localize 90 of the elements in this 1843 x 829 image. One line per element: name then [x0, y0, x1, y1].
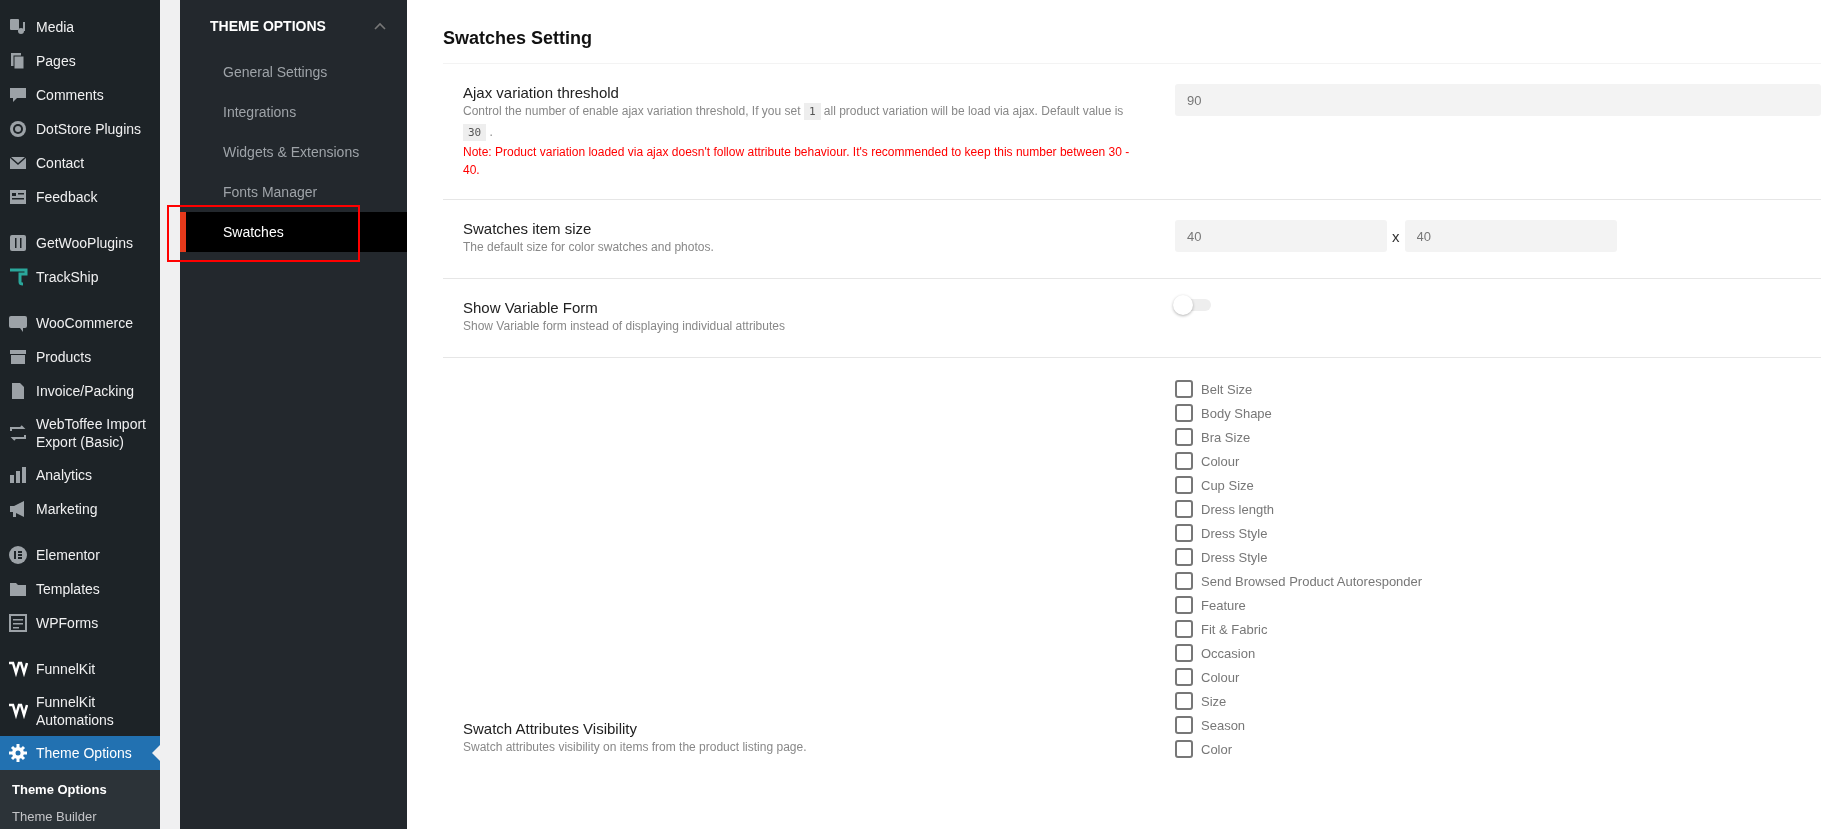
- admin-menu-item[interactable]: Media: [0, 10, 160, 44]
- admin-menu-item[interactable]: Marketing: [0, 492, 160, 526]
- checkbox-label: Send Browsed Product Autoresponder: [1201, 573, 1423, 589]
- checkbox[interactable]: [1175, 572, 1193, 590]
- setting-description: Show Variable form instead of displaying individual attributes: [463, 318, 786, 335]
- options-nav-item[interactable]: Fonts Manager: [180, 172, 407, 212]
- admin-menu-item[interactable]: Pages: [0, 44, 160, 78]
- checkbox[interactable]: [1175, 692, 1193, 710]
- checkbox[interactable]: [1175, 668, 1193, 686]
- submenu-item[interactable]: Theme Options: [0, 776, 160, 803]
- options-nav-item[interactable]: Widgets & Extensions: [180, 132, 407, 172]
- form-icon: [8, 187, 28, 207]
- settings-icon: [8, 743, 28, 763]
- admin-menu-item[interactable]: Comments: [0, 78, 160, 112]
- checkbox-label: Feature: [1201, 597, 1246, 613]
- setting-description: The default size for color swatches and photos.: [463, 239, 715, 256]
- checkbox[interactable]: [1175, 644, 1193, 662]
- sliders-icon: [8, 233, 28, 253]
- admin-menu-item[interactable]: Templates: [0, 572, 160, 606]
- swap-arrows-icon: [8, 423, 28, 443]
- checkbox-label: Dress Style: [1201, 525, 1268, 541]
- admin-menu-item[interactable]: Products: [0, 340, 160, 374]
- circle-e-icon: [8, 545, 28, 565]
- form-icon: [8, 613, 28, 633]
- media-icon: [8, 17, 28, 37]
- setting-description: Control the number of enable ajax variation threshold, If you set 1 all product variation will be load via ajax. Default value is 30 .: [463, 102, 1125, 143]
- admin-menu-item[interactable]: WPForms: [0, 606, 160, 640]
- w-logo-icon: [8, 701, 28, 721]
- checkbox[interactable]: [1175, 548, 1193, 566]
- admin-menu-item[interactable]: Theme Options: [0, 736, 160, 770]
- width-input[interactable]: 40: [1175, 220, 1387, 252]
- admin-menu-item[interactable]: FunnelKit Automations: [0, 686, 160, 736]
- checkbox[interactable]: [1175, 524, 1193, 542]
- height-input[interactable]: 40: [1404, 220, 1617, 252]
- checkbox[interactable]: [1175, 740, 1193, 758]
- archive-box-icon: [8, 347, 28, 367]
- checkbox-label: Bra Size: [1201, 429, 1251, 445]
- checkbox[interactable]: [1175, 620, 1193, 638]
- checkbox-label: Cup Size: [1201, 477, 1254, 493]
- separator-text: x: [1392, 227, 1400, 245]
- options-nav-item[interactable]: General Settings: [180, 52, 407, 92]
- checkbox[interactable]: [1175, 404, 1193, 422]
- admin-menu-item[interactable]: FunnelKit: [0, 652, 160, 686]
- admin-menu-item[interactable]: Feedback: [0, 180, 160, 214]
- submenu-item[interactable]: Theme Builder: [0, 803, 160, 829]
- checkbox-label: Size: [1201, 693, 1227, 709]
- target-icon: [8, 119, 28, 139]
- setting-label: Swatches item size: [463, 220, 593, 237]
- checkbox-label: Occasion: [1201, 645, 1256, 661]
- setting-description: Swatch attributes visibility on items from the product listing page.: [463, 739, 808, 756]
- checkbox-label: Body Shape: [1201, 405, 1272, 421]
- speech-bubble-icon: [8, 313, 28, 333]
- checkbox-label: Season: [1201, 717, 1246, 733]
- checkbox-label: Belt Size: [1201, 381, 1253, 397]
- panel-title: THEME OPTIONS: [210, 18, 326, 34]
- checkbox[interactable]: [1175, 476, 1193, 494]
- admin-menu-item[interactable]: Elementor: [0, 538, 160, 572]
- checkbox[interactable]: [1175, 380, 1193, 398]
- chevron-icon[interactable]: [373, 21, 387, 31]
- number-input[interactable]: 90: [1175, 84, 1821, 116]
- checkbox-label: Dress Style: [1201, 549, 1268, 565]
- checkbox-label: Colour: [1201, 669, 1240, 685]
- bar-chart-icon: [8, 465, 28, 485]
- admin-menu-item[interactable]: TrackShip: [0, 260, 160, 294]
- checkbox-label: Dress length: [1201, 501, 1274, 517]
- checkbox-label: Color: [1201, 741, 1233, 757]
- setting-label: Ajax variation threshold: [463, 84, 620, 101]
- checkbox[interactable]: [1175, 716, 1193, 734]
- w-logo-icon: [8, 659, 28, 679]
- checkbox[interactable]: [1175, 500, 1193, 518]
- checkbox-label: Colour: [1201, 453, 1240, 469]
- admin-menu-item[interactable]: Contact: [0, 146, 160, 180]
- setting-label: Show Variable Form: [463, 299, 599, 316]
- admin-menu-item[interactable]: GetWooPlugins: [0, 226, 160, 260]
- warning-note: Note: Product variation loaded via ajax doesn't follow attribute behaviour. It's recommended to keep this number between 30 - 40.: [463, 144, 1131, 179]
- checkbox[interactable]: [1175, 596, 1193, 614]
- hook-icon: [8, 267, 28, 287]
- options-nav-item[interactable]: Integrations: [180, 92, 407, 132]
- admin-menu-item[interactable]: WooCommerce: [0, 306, 160, 340]
- page-title: Swatches Setting: [443, 0, 1821, 64]
- checkbox-label: Fit & Fabric: [1201, 621, 1268, 637]
- admin-menu-item[interactable]: Invoice/Packing: [0, 374, 160, 408]
- checkbox[interactable]: [1175, 452, 1193, 470]
- checkbox[interactable]: [1175, 428, 1193, 446]
- admin-menu-item[interactable]: Analytics: [0, 458, 160, 492]
- admin-menu-item[interactable]: WebToffee Import Export (Basic): [0, 408, 160, 458]
- setting-label: Swatch Attributes Visibility: [463, 720, 638, 737]
- speech-bubble-icon: [8, 85, 28, 105]
- options-nav-item[interactable]: Swatches: [180, 212, 407, 252]
- admin-menu-item[interactable]: DotStore Plugins: [0, 112, 160, 146]
